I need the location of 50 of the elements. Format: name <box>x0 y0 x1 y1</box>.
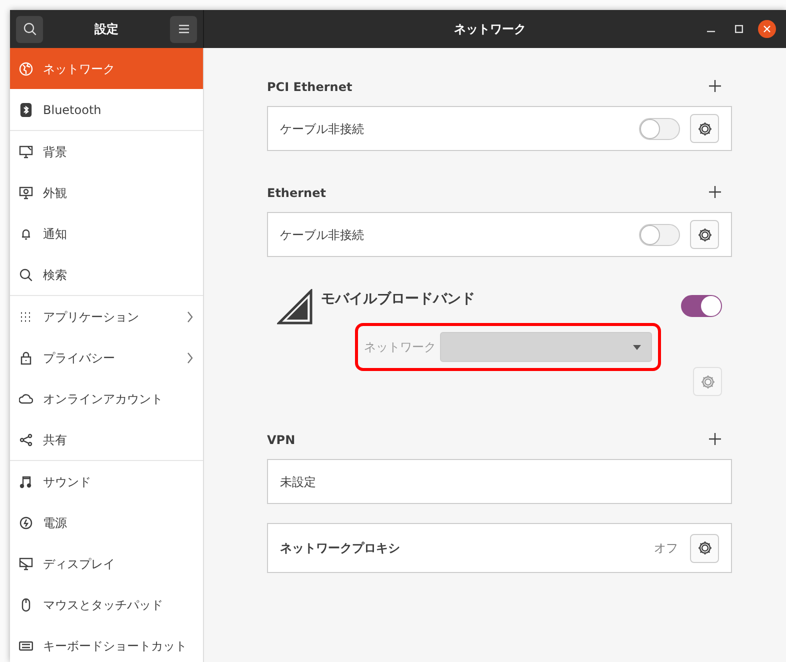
section-title: PCI Ethernet <box>267 79 352 96</box>
settings-button[interactable] <box>690 220 719 249</box>
gear-icon <box>696 540 712 556</box>
app-title: 設定 <box>94 21 118 38</box>
add-button[interactable] <box>709 433 723 447</box>
globe-icon <box>19 62 33 76</box>
keyboard-icon <box>19 638 33 652</box>
plus-icon <box>709 186 721 198</box>
section-title: VPN <box>267 432 296 449</box>
plus-icon <box>709 80 721 92</box>
close-icon <box>763 25 771 33</box>
plus-icon <box>709 433 721 445</box>
cloud-icon <box>19 392 33 406</box>
connection-status: 未設定 <box>280 474 317 490</box>
section-title: Ethernet <box>267 185 326 202</box>
lock-icon <box>19 350 33 364</box>
gear-icon <box>700 374 716 390</box>
close-button[interactable] <box>758 20 776 38</box>
connection-status: ケーブル非接続 <box>280 120 365 138</box>
menu-icon <box>178 24 190 34</box>
display-icon <box>19 556 33 570</box>
add-button[interactable] <box>709 186 723 200</box>
gear-icon <box>696 120 712 136</box>
caret-icon <box>633 344 641 350</box>
power-icon <box>19 516 33 530</box>
monitor-icon <box>19 144 33 158</box>
maximize-icon <box>735 25 743 33</box>
search-icon <box>22 22 36 36</box>
share-icon <box>19 432 33 446</box>
settings-button[interactable] <box>690 534 719 562</box>
sidebar-item[interactable]: ネットワーク <box>10 48 203 89</box>
window-title: ネットワーク <box>454 22 526 36</box>
proxy-status: オフ <box>654 540 678 557</box>
section-title: モバイルブロードバンド <box>321 290 475 309</box>
connection-status: ケーブル非接続 <box>280 226 365 244</box>
music-note-icon <box>19 474 33 488</box>
menu-button[interactable] <box>170 16 197 42</box>
mouse-icon <box>19 598 33 612</box>
grid-icon <box>19 310 33 324</box>
search-icon <box>19 268 33 282</box>
gear-icon <box>696 226 712 242</box>
bluetooth-icon <box>19 102 33 116</box>
search-button[interactable] <box>16 16 43 42</box>
network-label: ネットワーク <box>364 339 436 356</box>
add-button[interactable] <box>709 80 723 94</box>
settings-button[interactable] <box>690 114 719 143</box>
bell-icon <box>19 226 33 240</box>
signal-icon <box>277 289 313 325</box>
proxy-label: ネットワークプロキシ <box>280 540 401 557</box>
monitor-icon <box>19 186 33 200</box>
